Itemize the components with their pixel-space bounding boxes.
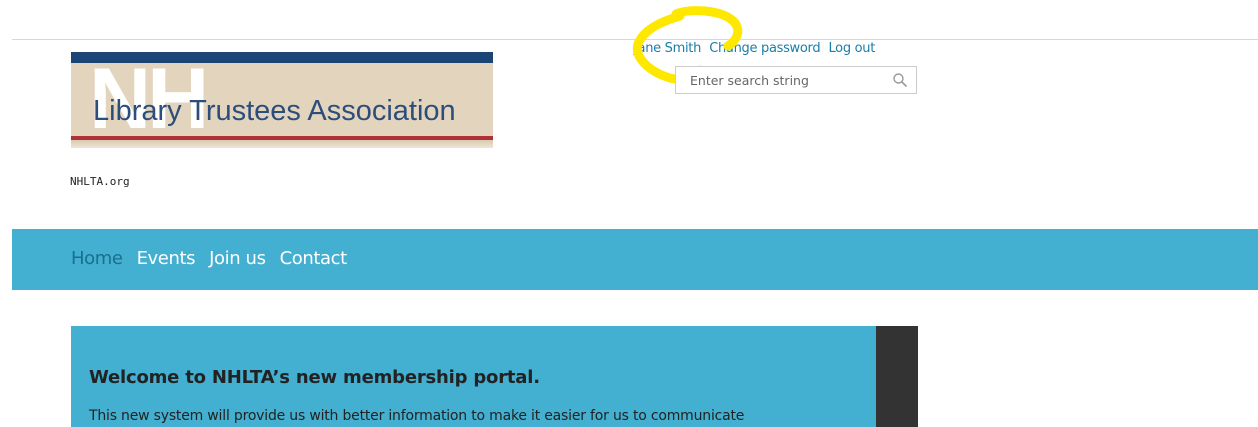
welcome-panel: Welcome to NHLTA’s new membership portal…	[71, 326, 876, 427]
search-input[interactable]	[676, 67, 886, 93]
user-links: Jane Smith Change password Log out	[634, 40, 875, 58]
page: NH Library Trustees Association NHLTA.or…	[0, 0, 1258, 427]
welcome-side-panel	[876, 326, 918, 427]
nav-link-events[interactable]: Events	[137, 248, 196, 269]
search-icon[interactable]	[892, 72, 908, 88]
nav-item-contact: Contact	[280, 247, 348, 271]
change-password-link[interactable]: Change password	[709, 41, 820, 56]
nav-link-contact[interactable]: Contact	[280, 248, 348, 269]
nav-item-join-us: Join us	[209, 247, 266, 271]
site-logo[interactable]: NH Library Trustees Association	[71, 52, 493, 148]
logo-name: Library Trustees Association	[93, 95, 456, 127]
main-navigation: Home Events Join us Contact	[12, 229, 1258, 290]
nav-item-home: Home	[71, 247, 123, 271]
welcome-title: Welcome to NHLTA’s new membership portal…	[89, 367, 540, 388]
nav-item-events: Events	[137, 247, 196, 271]
logo-shadow	[71, 140, 493, 148]
user-name-link[interactable]: Jane Smith	[634, 41, 701, 56]
nav-link-home[interactable]: Home	[71, 248, 123, 269]
welcome-text: This new system will provide us with bet…	[89, 408, 745, 424]
nav-menu: Home Events Join us Contact	[71, 247, 361, 271]
site-slogan: NHLTA.org	[70, 175, 130, 188]
search-form	[675, 66, 917, 94]
nav-link-join-us[interactable]: Join us	[209, 248, 266, 269]
log-out-link[interactable]: Log out	[828, 41, 875, 56]
